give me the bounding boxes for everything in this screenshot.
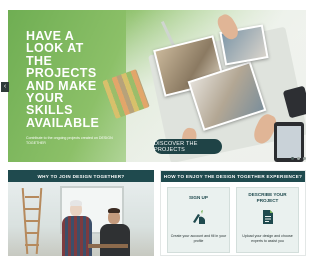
table-image [88,244,128,248]
why-join-panel: WHY TO JOIN DESIGN TOGETHER? [8,170,154,256]
step-card-describe-project[interactable]: DESCRIBE YOUR PROJECT Upload your design… [236,187,299,253]
hero-banner: HAVE A LOOK AT THE PROJECTS AND MAKE YOU… [8,10,306,162]
step-description: Create your account and fill in your pro… [170,234,227,243]
carousel-prev-arrow-icon[interactable]: ‹ [1,82,9,92]
document-icon [259,208,277,226]
why-join-heading: WHY TO JOIN DESIGN TOGETHER? [8,170,154,182]
page-frame: HAVE A LOOK AT THE PROJECTS AND MAKE YOU… [1,10,306,256]
workers-photo [8,182,154,256]
steps-list: SIGN UP Create your account and fill in … [161,182,305,253]
tablet-image [274,122,304,162]
pen-hand-icon [190,208,208,226]
how-to-enjoy-panel: HOW TO ENJOY THE DESIGN TOGETHER EXPERIE… [160,170,306,256]
how-to-enjoy-heading: HOW TO ENJOY THE DESIGN TOGETHER EXPERIE… [161,171,305,182]
step-title: SIGN UP [189,195,208,201]
person-image [100,224,130,256]
step-title: DESCRIBE YOUR PROJECT [248,192,287,203]
carousel-dot-1[interactable] [291,157,294,160]
step-card-sign-up[interactable]: SIGN UP Create your account and fill in … [167,187,230,253]
carousel-dot-3[interactable] [303,157,306,160]
discover-projects-button[interactable]: DISCOVER THE PROJECTS [154,139,222,154]
carousel-dots [291,157,306,160]
person-hair-image [70,200,82,206]
person-image [62,216,92,256]
hero-title: HAVE A LOOK AT THE PROJECTS AND MAKE YOU… [26,29,100,130]
carousel-dot-2[interactable] [297,157,300,160]
hero-subtitle: Contribute to the ongoing projects creat… [26,136,113,145]
person-hair-image [108,208,120,213]
ladder-image [21,188,43,254]
step-description: Upload your design and choose experts to… [242,234,293,243]
